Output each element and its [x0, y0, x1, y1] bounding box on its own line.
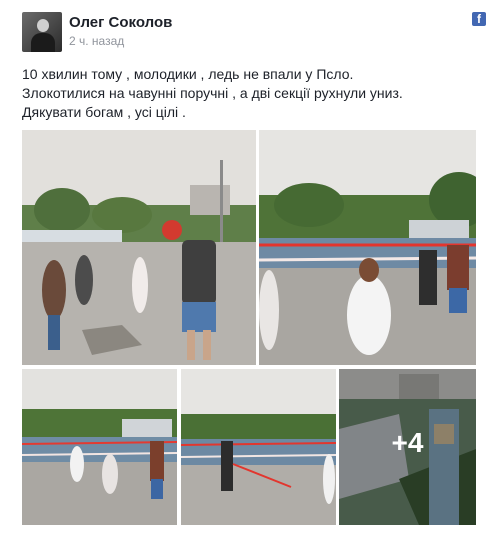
author-name[interactable]: Олег Соколов — [69, 14, 172, 31]
post-photo-3[interactable] — [22, 369, 177, 525]
post-photo-2[interactable] — [259, 130, 476, 365]
post-card: Олег Соколов 2 ч. назад f 10 хвилин тому… — [0, 0, 492, 536]
post-photo-4[interactable] — [181, 369, 336, 525]
post-text: 10 хвилин тому , молодики , ледь не впал… — [22, 65, 472, 122]
facebook-icon: f — [472, 12, 486, 26]
post-photo-1[interactable] — [22, 130, 256, 365]
post-text-line: Дякувати богам , усі цілі . — [22, 104, 186, 120]
avatar-head — [37, 19, 49, 32]
post-text-line: Злокотилися на чавунні поручні , а дві с… — [22, 85, 403, 101]
author-avatar[interactable] — [22, 12, 62, 52]
avatar-body — [31, 33, 55, 52]
post-header: Олег Соколов 2 ч. назад f — [22, 12, 486, 54]
post-photo-5-more[interactable]: +4 — [339, 369, 476, 525]
post-timestamp[interactable]: 2 ч. назад — [69, 34, 124, 48]
post-text-line: 10 хвилин тому , молодики , ледь не впал… — [22, 66, 354, 82]
more-photos-count: +4 — [391, 427, 424, 458]
